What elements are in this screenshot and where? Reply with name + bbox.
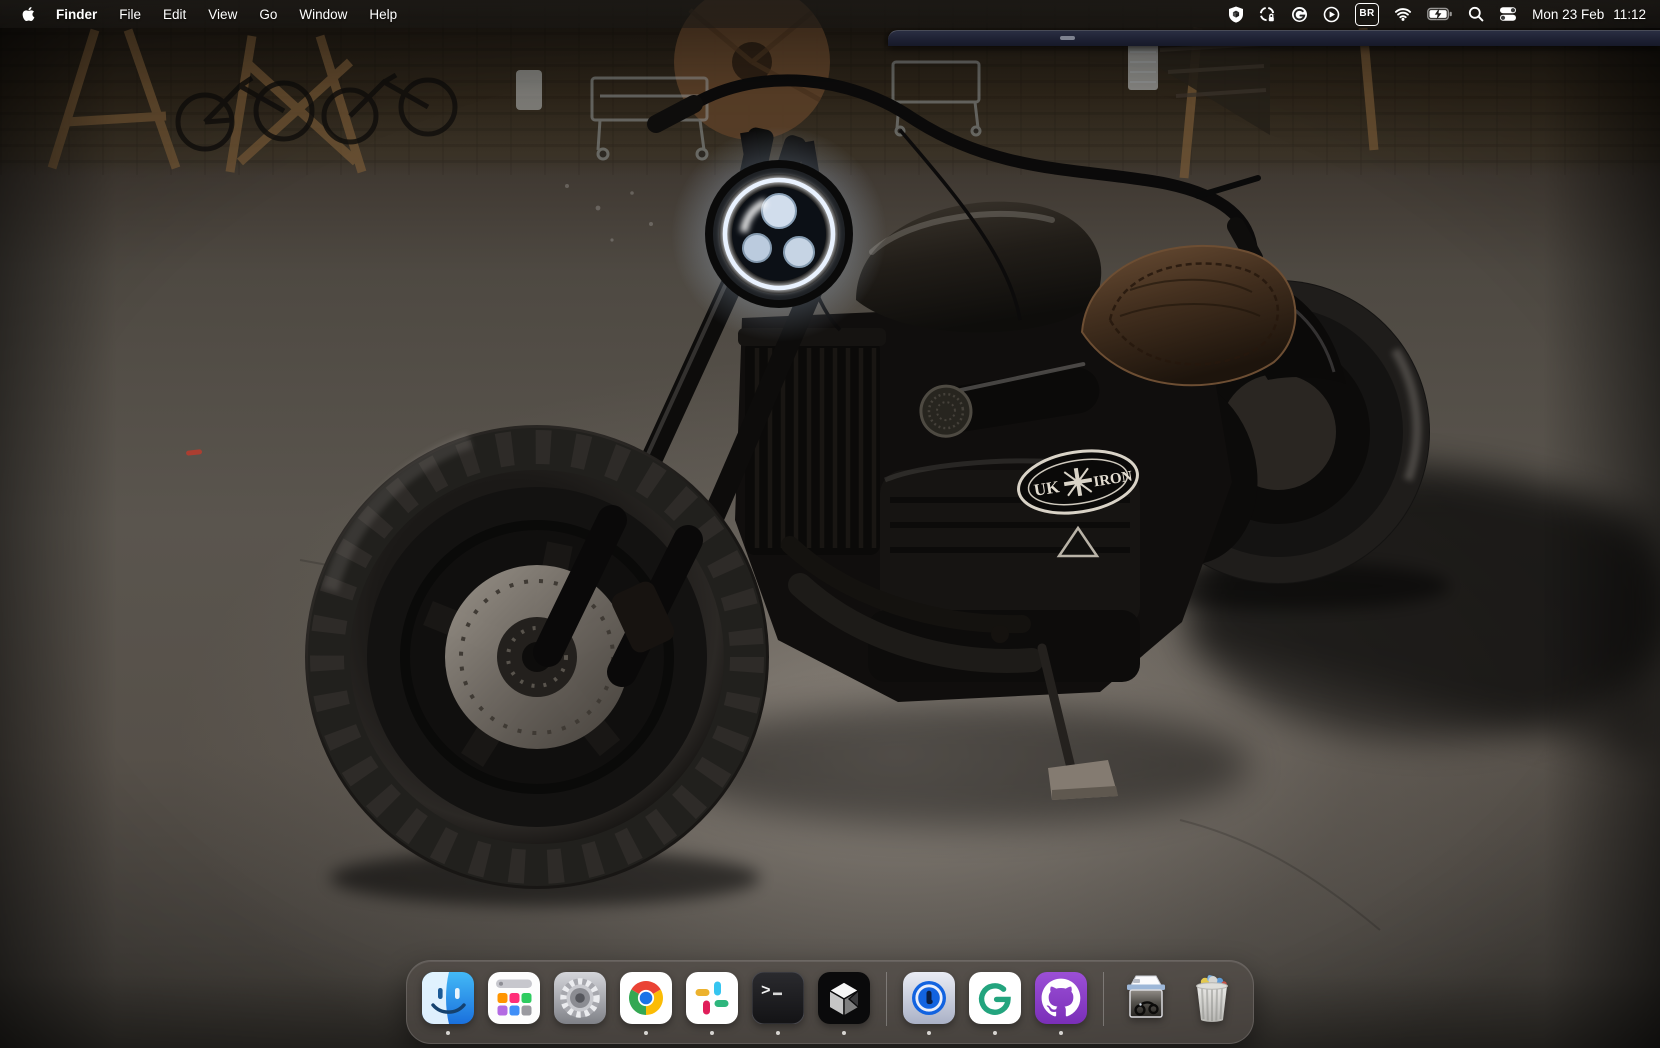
dock-google-chrome[interactable] <box>620 972 672 1024</box>
clock-date: Mon 23 Feb <box>1532 7 1604 22</box>
trash-full-icon <box>1186 972 1238 1024</box>
menu-bar-clock[interactable]: Mon 23 Feb 11:12 <box>1532 7 1646 22</box>
menu-active-app[interactable]: Finder <box>45 7 108 22</box>
wallpaper-motorcycle-illustration: UK IRON <box>0 0 1660 1048</box>
menu-bar-left: Finder File Edit View Go Window Help <box>0 6 408 22</box>
svg-text:>: > <box>761 982 771 1000</box>
slack-icon <box>686 972 738 1024</box>
1password-icon <box>903 972 955 1024</box>
downloads-stack-icon <box>1120 972 1172 1024</box>
dock-1password[interactable] <box>903 972 955 1024</box>
dock-unity-hub[interactable] <box>818 972 870 1024</box>
desktop-wallpaper: UK IRON <box>0 0 1660 1048</box>
dock-apps-launcher[interactable] <box>488 972 540 1024</box>
dock-downloads-stack[interactable] <box>1120 972 1172 1024</box>
dock-divider <box>886 972 887 1026</box>
menu-file[interactable]: File <box>108 7 152 22</box>
menu-help[interactable]: Help <box>358 7 408 22</box>
menu-go[interactable]: Go <box>248 7 288 22</box>
leather-seat <box>1082 246 1295 385</box>
playback-icon[interactable] <box>1323 4 1340 24</box>
terminal-icon: > <box>752 972 804 1024</box>
menu-bar: Finder File Edit View Go Window Help BR <box>0 0 1660 28</box>
window-drag-handle <box>1060 36 1075 40</box>
spotlight-search-icon[interactable] <box>1468 4 1484 24</box>
menu-window[interactable]: Window <box>288 7 358 22</box>
dock-slack[interactable] <box>686 972 738 1024</box>
finder-icon <box>422 972 474 1024</box>
privacy-shield-icon[interactable] <box>1228 4 1244 24</box>
wifi-icon[interactable] <box>1394 4 1412 24</box>
headlight <box>671 126 887 342</box>
apps-grid-icon <box>488 972 540 1024</box>
desktop-screen: UK IRON Finder File Edit <box>0 0 1660 1048</box>
menu-edit[interactable]: Edit <box>152 7 197 22</box>
control-center-icon[interactable] <box>1499 4 1517 24</box>
fuel-tank <box>856 202 1101 333</box>
dock-trash[interactable] <box>1186 972 1238 1024</box>
dock-system-settings[interactable] <box>554 972 606 1024</box>
input-source-badge[interactable]: BR <box>1355 3 1379 26</box>
unity-cube-icon <box>818 972 870 1024</box>
dock-github-desktop[interactable] <box>1035 972 1087 1024</box>
menu-bar-status-area: BR Mon 23 Feb 11:12 <box>1228 3 1660 26</box>
battery-charging-icon[interactable] <box>1427 4 1453 24</box>
dock-grammarly[interactable] <box>969 972 1021 1024</box>
badge-text-uk: UK <box>1033 477 1062 500</box>
chrome-icon <box>620 972 672 1024</box>
background-window-titlebar-edge[interactable] <box>888 30 1660 46</box>
dock: > <box>406 960 1254 1044</box>
github-octocat-icon <box>1035 972 1087 1024</box>
dock-terminal[interactable]: > <box>752 972 804 1024</box>
grammarly-status-icon[interactable] <box>1291 4 1308 24</box>
dock-finder[interactable] <box>422 972 474 1024</box>
grammarly-icon <box>969 972 1021 1024</box>
apple-icon <box>22 6 35 22</box>
gear-icon <box>554 972 606 1024</box>
vpn-lock-icon[interactable] <box>1259 4 1276 24</box>
apple-menu[interactable] <box>20 6 45 22</box>
clock-time: 11:12 <box>1613 7 1646 22</box>
menu-view[interactable]: View <box>197 7 248 22</box>
dock-divider <box>1103 972 1104 1026</box>
